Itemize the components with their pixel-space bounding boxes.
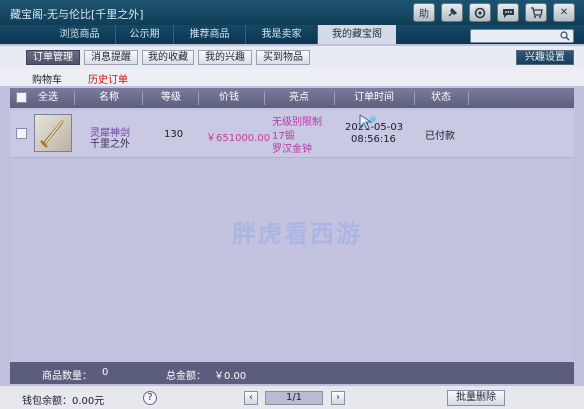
- cart-icon: [530, 6, 543, 18]
- watermark-text: 胖虎看西游: [232, 220, 362, 248]
- help-icon[interactable]: ?: [143, 391, 157, 405]
- assist-icon: 助: [419, 9, 429, 20]
- row-checkbox[interactable]: [16, 128, 27, 139]
- header-select-all: 全选: [38, 92, 58, 103]
- order-time: 08:56:16: [351, 134, 396, 145]
- pin-icon: [448, 7, 458, 16]
- history-orders-link[interactable]: 历史订单: [88, 71, 128, 86]
- tab-recommended[interactable]: 推荐商品: [174, 25, 246, 44]
- subtab-messages[interactable]: 消息提醒: [84, 50, 138, 65]
- interest-settings-button[interactable]: 兴趣设置: [516, 50, 574, 65]
- subtab-purchased[interactable]: 买到物品: [256, 50, 310, 65]
- header-status: 状态: [431, 92, 451, 103]
- item-price: ￥651000.00: [206, 133, 271, 144]
- cart-button[interactable]: [525, 3, 547, 22]
- tab-public[interactable]: 公示期: [116, 25, 174, 44]
- cursor-sparkle-icon: [359, 114, 376, 130]
- search-input[interactable]: [470, 29, 574, 43]
- select-all-checkbox[interactable]: [16, 92, 27, 103]
- cart-link[interactable]: 购物车: [32, 71, 62, 86]
- subtab-interests[interactable]: 我的兴趣: [198, 50, 252, 65]
- close-icon: ✕: [559, 7, 569, 18]
- item-highlight-3: 罗汉金钟: [272, 144, 312, 155]
- tab-browse[interactable]: 浏览商品: [44, 25, 116, 44]
- header-divider: [468, 91, 469, 105]
- cangbaoge-window: 藏宝阁-无与伦比[千里之外] 助 ✕ 浏览商品 公示期 推荐商品 我是卖家 我的…: [0, 0, 584, 409]
- header-highlights: 亮点: [289, 92, 309, 103]
- table-header: 全选 名称 等级 价钱 亮点 订单时间 状态: [10, 88, 574, 108]
- sword-icon: [40, 120, 65, 148]
- title-bar: 藏宝阁-无与伦比[千里之外] 助 ✕: [0, 0, 584, 25]
- item-server: 千里之外: [90, 139, 130, 150]
- count-value: 0: [102, 367, 109, 378]
- summary-bar: 商品数量： 0 总金额： ￥0.00: [10, 362, 574, 384]
- wallet-label: 钱包余额：: [22, 396, 72, 407]
- table-row[interactable]: 灵犀神剑 千里之外 130 ￥651000.00 无级别限制 17锻 罗汉金钟 …: [10, 111, 574, 158]
- count-label: 商品数量：: [42, 371, 92, 382]
- assist-button[interactable]: 助: [413, 3, 435, 22]
- circle-icon: [474, 7, 486, 18]
- header-price: 价钱: [219, 92, 239, 103]
- chat-icon: [502, 8, 514, 18]
- settings-button[interactable]: [469, 3, 491, 22]
- close-button[interactable]: ✕: [553, 3, 575, 22]
- header-level: 等级: [161, 92, 181, 103]
- prev-page-button[interactable]: ‹: [244, 391, 258, 405]
- order-status: 已付款: [425, 131, 455, 142]
- order-sublinks: 购物车 历史订单: [0, 68, 584, 86]
- next-page-button[interactable]: ›: [331, 391, 345, 405]
- subtab-favorites[interactable]: 我的收藏: [142, 50, 194, 65]
- footer-bar: 钱包余额： 0.00元 ? ‹ 1/1 › 批量删除: [0, 386, 584, 409]
- wallet-value: 0.00元: [72, 396, 105, 407]
- search-icon: [560, 31, 570, 41]
- header-order-time: 订单时间: [354, 92, 394, 103]
- subtab-orders[interactable]: 订单管理: [26, 50, 80, 65]
- header-name: 名称: [99, 92, 119, 103]
- sword-item-icon[interactable]: [34, 114, 72, 152]
- chat-button[interactable]: [497, 3, 519, 22]
- subtab-bar: 订单管理 消息提醒 我的收藏 我的兴趣 买到物品: [0, 46, 584, 68]
- pin-button[interactable]: [441, 3, 463, 22]
- total-value: ￥0.00: [214, 371, 247, 382]
- item-level: 130: [164, 129, 184, 140]
- item-highlight-1: 无级别限制: [272, 117, 322, 128]
- batch-delete-button[interactable]: 批量删除: [447, 390, 505, 406]
- total-label: 总金额：: [166, 371, 206, 382]
- header-divider: [74, 91, 75, 105]
- page-indicator: 1/1: [265, 391, 323, 405]
- tab-seller[interactable]: 我是卖家: [246, 25, 318, 44]
- window-title: 藏宝阁-无与伦比[千里之外]: [10, 8, 144, 21]
- tab-my-cangbaoge[interactable]: 我的藏宝阁: [318, 25, 396, 44]
